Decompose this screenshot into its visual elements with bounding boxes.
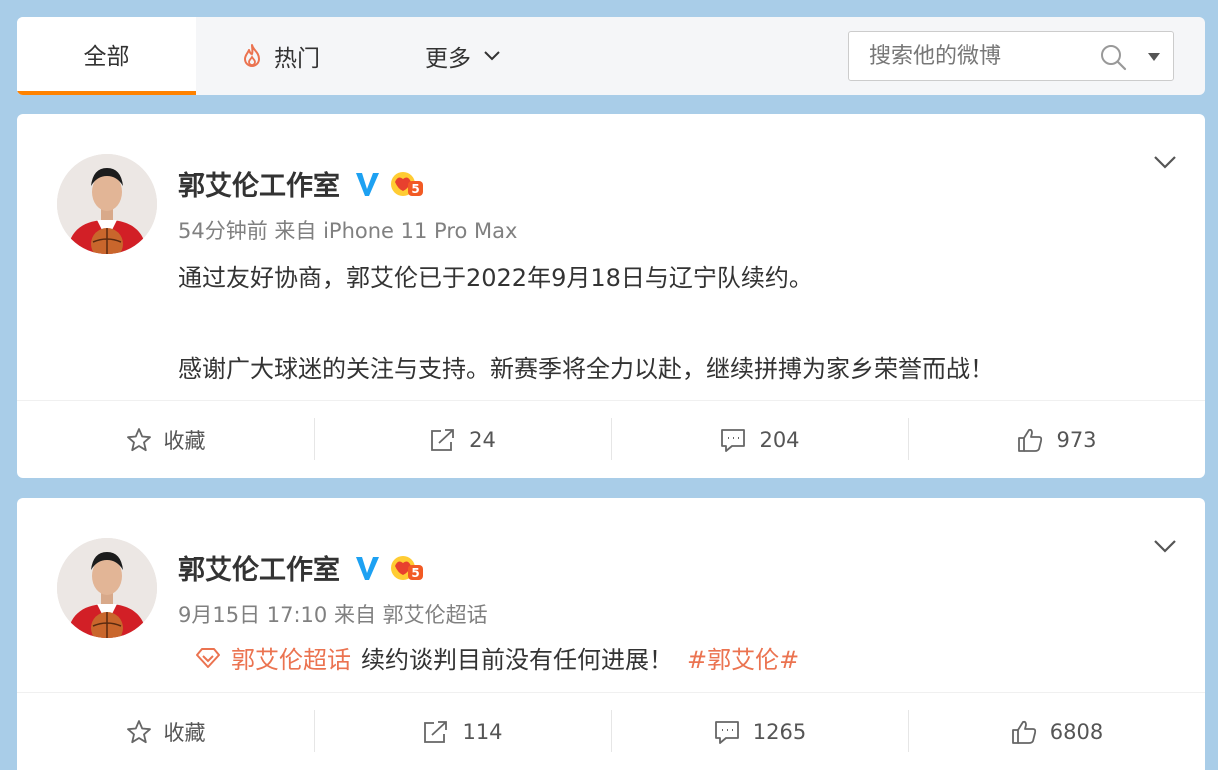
tab-more-label: 更多	[425, 46, 471, 72]
share-icon	[431, 428, 455, 451]
tab-all-label: 全部	[83, 44, 130, 70]
share-icon	[424, 720, 448, 743]
search-icon[interactable]	[1099, 43, 1127, 71]
member-level: 5	[411, 566, 419, 580]
member-level: 5	[411, 182, 419, 196]
author-row: 郭艾伦工作室 5	[178, 548, 424, 587]
like-count: 973	[1056, 427, 1097, 452]
author-name[interactable]: 郭艾伦工作室	[178, 548, 340, 587]
chevron-down-icon[interactable]	[1153, 538, 1177, 554]
member-level-icon: 5	[391, 171, 423, 196]
post-body-text: 续约谈判目前没有任何进展！	[361, 646, 673, 674]
avatar[interactable]	[57, 154, 157, 254]
comment-icon	[714, 720, 739, 744]
tab-hot-label: 热门	[274, 46, 320, 72]
post-action-bar: 收藏 114 1265 6808	[17, 692, 1205, 770]
search-dropdown-icon[interactable]	[1147, 52, 1161, 62]
flame-icon	[244, 44, 260, 67]
super-topic-icon	[196, 647, 220, 668]
author-row: 郭艾伦工作室 5	[178, 164, 424, 203]
avatar-image	[57, 538, 157, 638]
like-count: 6808	[1049, 719, 1104, 744]
star-icon	[126, 427, 151, 451]
tab-more[interactable]: 更多	[425, 17, 501, 95]
comment-icon	[721, 428, 746, 452]
hashtag-link[interactable]: #郭艾伦#	[687, 640, 799, 675]
thumbs-up-icon	[1011, 720, 1036, 744]
post-meta: 54分钟前 来自 iPhone 11 Pro Max	[178, 219, 518, 243]
super-topic-link[interactable]: 郭艾伦超话	[231, 640, 351, 675]
post-text: 郭艾伦超话 续约谈判目前没有任何进展！ #郭艾伦#	[195, 640, 799, 675]
chevron-down-icon[interactable]	[1153, 154, 1177, 170]
member-level-icon: 5	[391, 555, 423, 580]
comment-button[interactable]: 1265	[611, 693, 908, 770]
chevron-down-icon	[484, 51, 500, 61]
repost-button[interactable]: 114	[314, 693, 611, 770]
favorite-label: 收藏	[163, 720, 206, 745]
avatar[interactable]	[57, 538, 157, 638]
repost-count: 114	[462, 719, 503, 744]
tab-hot[interactable]: 热门	[242, 17, 320, 95]
post-card: 郭艾伦工作室 5 54分钟前 来自 iPhone 11 Pro Max 通过友好…	[17, 114, 1205, 478]
author-name[interactable]: 郭艾伦工作室	[178, 164, 340, 203]
post-text-line: 感谢广大球迷的关注与支持。新赛季将全力以赴，继续拼搏为家乡荣誉而战！	[178, 355, 994, 383]
tab-all[interactable]: 全部	[17, 17, 196, 95]
avatar-image	[57, 154, 157, 254]
favorite-button[interactable]: 收藏	[17, 401, 314, 478]
favorite-button[interactable]: 收藏	[17, 693, 314, 770]
repost-count: 24	[469, 427, 496, 452]
post-meta: 9月15日 17:10 来自 郭艾伦超话	[178, 603, 488, 627]
comment-count: 204	[759, 427, 800, 452]
verified-v-icon	[356, 172, 379, 196]
search-box	[848, 31, 1174, 81]
verified-v-icon	[356, 556, 379, 580]
comment-button[interactable]: 204	[611, 401, 908, 478]
search-input[interactable]	[869, 43, 1109, 69]
like-button[interactable]: 973	[908, 401, 1205, 478]
star-icon	[126, 719, 151, 743]
favorite-label: 收藏	[163, 428, 206, 453]
post-text-line: 通过友好协商，郭艾伦已于2022年9月18日与辽宁队续约。	[178, 264, 813, 292]
thumbs-up-icon	[1018, 428, 1043, 452]
comment-count: 1265	[752, 719, 807, 744]
post-card: 郭艾伦工作室 5 9月15日 17:10 来自 郭艾伦超话 郭艾伦超话 续约谈判…	[17, 498, 1205, 770]
like-button[interactable]: 6808	[908, 693, 1205, 770]
profile-tab-bar: 全部 热门 更多	[17, 17, 1205, 95]
repost-button[interactable]: 24	[314, 401, 611, 478]
post-action-bar: 收藏 24 204 973	[17, 400, 1205, 478]
